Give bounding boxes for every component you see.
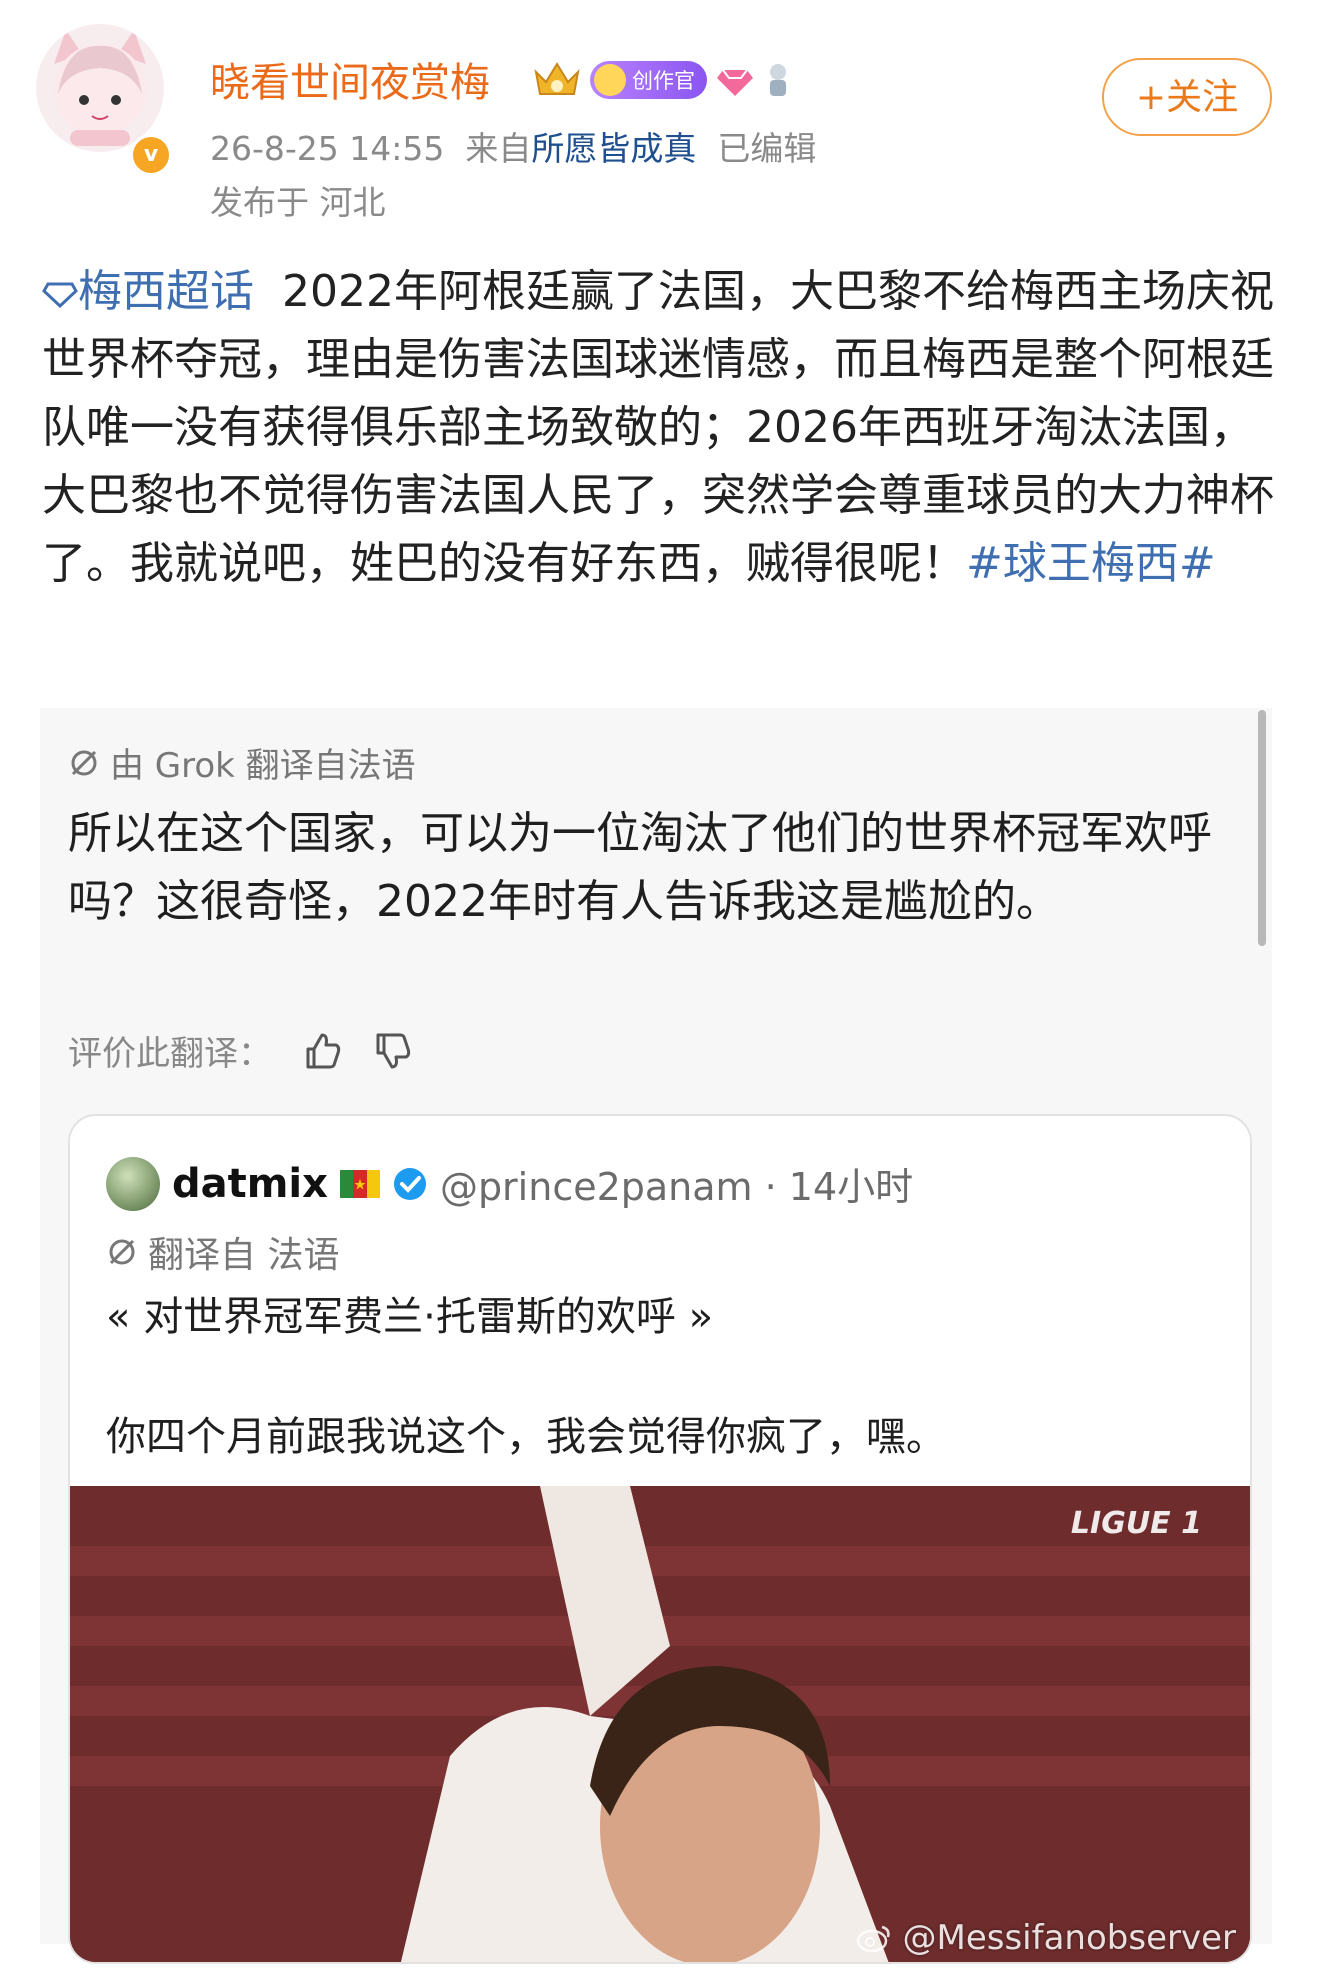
player-photo [70, 1486, 1250, 1962]
source-prefix: 来自 [465, 129, 532, 168]
diamond-badge-icon[interactable] [715, 60, 755, 100]
thumbs-down-icon[interactable] [372, 1031, 412, 1071]
grok-icon [109, 1239, 135, 1265]
quoted-avatar[interactable] [106, 1156, 160, 1211]
mascot-icon[interactable] [763, 60, 793, 100]
quoted-text-line-2: 你四个月前跟我说这个，我会觉得你疯了，嘿。 [106, 1414, 946, 1460]
ligue1-logo: LIGUE 1 [1070, 1506, 1202, 1541]
creator-badge[interactable]: 创作官 [590, 61, 707, 99]
quoted-tweet-header: datmix @prince2panam · 14小时 [106, 1156, 913, 1211]
creator-badge-label: 创作官 [632, 69, 695, 93]
post-source-link[interactable]: 所愿皆成真 [531, 129, 696, 168]
translation-text: 所以在这个国家，可以为一位淘汰了他们的世界杯冠军欢呼吗？这很奇怪，2022年时有… [68, 808, 1212, 927]
quoted-translated-label: 翻译自 法语 [106, 1226, 339, 1278]
avatar[interactable] [36, 24, 164, 152]
quoted-display-name[interactable]: datmix [172, 1161, 328, 1207]
post-location: 发布于 河北 [210, 183, 386, 222]
hashtag-link[interactable]: #球王梅西# [966, 538, 1216, 589]
grok-translation-text: 由 Grok 翻译自法语 [110, 746, 416, 786]
cameroon-flag-icon [339, 1169, 380, 1198]
grok-translation-label: 由 Grok 翻译自法语 [68, 738, 416, 787]
watermark: @Messifanobserver [856, 1918, 1236, 1958]
rate-translation: 评价此翻译： [68, 1026, 412, 1075]
crown-badge-icon[interactable] [532, 58, 582, 102]
rate-label: 评价此翻译： [68, 1034, 272, 1074]
edited-label[interactable]: 已编辑 [717, 129, 816, 168]
username[interactable]: 晓看世间夜赏梅 [210, 50, 490, 108]
quoted-translated-text: 翻译自 法语 [148, 1235, 340, 1276]
quoted-text-line-1: « 对世界冠军费兰·托雷斯的欢呼 » [106, 1294, 714, 1340]
post-content: 梅西超话 2022年阿根廷赢了法国，大巴黎不给梅西主场庆祝世界杯夺冠，理由是伤害… [42, 258, 1278, 598]
follow-button[interactable]: +关注 [1102, 58, 1272, 136]
thumbs-up-icon[interactable] [302, 1031, 342, 1071]
verified-v-badge: v [130, 134, 172, 176]
creator-badge-icon [594, 64, 626, 96]
avatar-illustration [54, 30, 146, 146]
grok-icon [71, 750, 97, 775]
quoted-media-image[interactable]: LIGUE 1 @Messifanobserver [70, 1486, 1250, 1962]
quoted-tweet-card[interactable]: datmix @prince2panam · 14小时 翻译自 法语 « 对世界… [68, 1114, 1252, 1964]
topic-link[interactable]: 梅西超话 [78, 266, 254, 317]
scrollbar[interactable] [1258, 710, 1266, 946]
post-timestamp: 26-8-25 14:55 [210, 129, 445, 168]
user-badges: 创作官 [532, 56, 793, 104]
post-meta: 26-8-25 14:55 来自所愿皆成真 已编辑 [210, 122, 816, 170]
watermark-text: @Messifanobserver [902, 1918, 1237, 1958]
verified-icon [393, 1167, 426, 1200]
weibo-icon [856, 1925, 890, 1953]
topic-diamond-icon [42, 282, 78, 309]
quoted-handle-time[interactable]: @prince2panam · 14小时 [440, 1156, 913, 1211]
